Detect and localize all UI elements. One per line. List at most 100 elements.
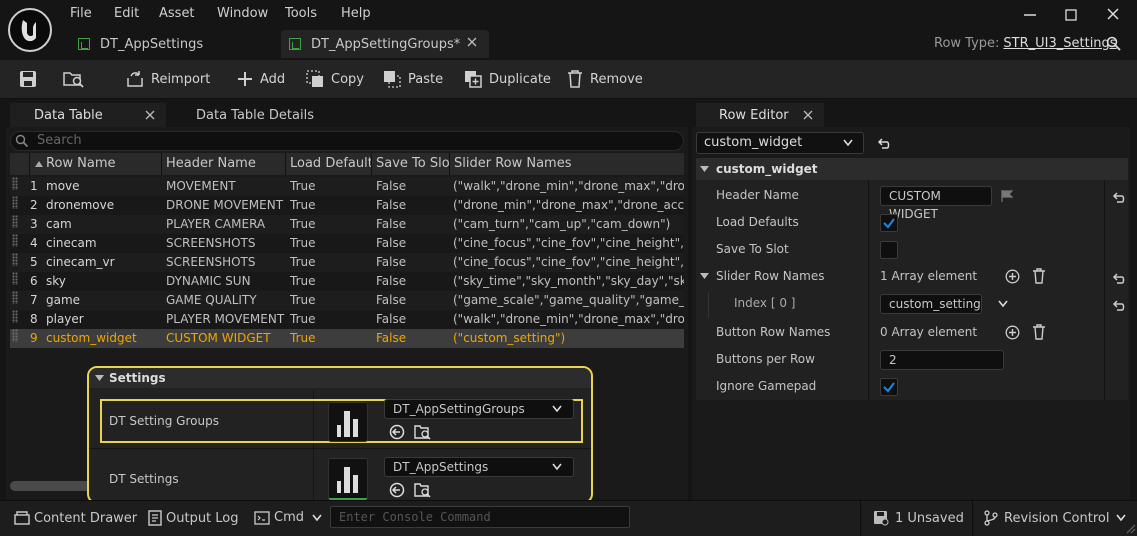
add-element-icon[interactable] bbox=[1005, 269, 1020, 284]
table-row[interactable]: 7 game GAME QUALITY True False ("game_scale",… bbox=[10, 291, 684, 310]
close-tab-icon[interactable] bbox=[144, 109, 156, 121]
cmd-dropdown[interactable]: Cmd bbox=[254, 510, 322, 525]
resize-grip-icon[interactable] bbox=[1126, 524, 1136, 534]
browse-asset-icon[interactable] bbox=[62, 69, 86, 89]
drag-handle-icon[interactable] bbox=[12, 272, 18, 285]
row-selector-dropdown[interactable]: custom_widget bbox=[696, 132, 864, 154]
use-selected-icon[interactable] bbox=[389, 424, 405, 440]
trash-icon[interactable] bbox=[1032, 324, 1046, 340]
datatable-thumbnail-icon bbox=[337, 411, 358, 437]
drag-handle-icon[interactable] bbox=[12, 234, 18, 247]
settings-asset-picker[interactable]: DT_AppSettings bbox=[384, 457, 574, 477]
sort-ascending-icon[interactable] bbox=[35, 160, 43, 168]
unsaved-button[interactable]: 1 Unsaved bbox=[873, 510, 964, 526]
reset-arrow-icon[interactable] bbox=[1111, 271, 1125, 285]
output-log-button[interactable]: Output Log bbox=[148, 510, 239, 526]
chevron-down-icon[interactable] bbox=[998, 300, 1008, 308]
use-selected-icon[interactable] bbox=[389, 482, 405, 498]
reimport-button[interactable]: Reimport bbox=[125, 70, 210, 88]
drag-handle-icon[interactable] bbox=[12, 329, 18, 342]
console-command-input[interactable]: Enter Console Command bbox=[330, 506, 630, 528]
save-icon[interactable] bbox=[18, 69, 38, 89]
duplicate-button[interactable]: Duplicate bbox=[463, 70, 551, 88]
chevron-down-icon[interactable] bbox=[552, 405, 562, 413]
collapse-arrow-icon[interactable] bbox=[700, 272, 710, 280]
maximize-icon[interactable] bbox=[1059, 4, 1083, 26]
drag-handle-icon[interactable] bbox=[12, 291, 18, 304]
row-selector-value: custom_widget bbox=[704, 135, 803, 150]
drag-handle-icon[interactable] bbox=[12, 310, 18, 323]
chevron-down-icon[interactable] bbox=[843, 139, 853, 147]
tab-row-editor[interactable]: Row Editor bbox=[696, 103, 824, 127]
table-row[interactable]: 9 custom_widget CUSTOM WIDGET True False ("cu… bbox=[10, 329, 684, 348]
menu-file[interactable]: File bbox=[70, 6, 92, 21]
groups-thumbnail[interactable] bbox=[328, 402, 368, 442]
column-load-defaults[interactable]: Load Defaults bbox=[290, 153, 372, 175]
column-header-name[interactable]: Header Name bbox=[166, 153, 286, 175]
chevron-down-icon[interactable] bbox=[552, 463, 562, 471]
drag-handle-icon[interactable] bbox=[12, 215, 18, 228]
tab-dt-appsettinggroups[interactable]: DT_AppSettingGroups* bbox=[281, 30, 489, 58]
browse-asset-icon[interactable] bbox=[414, 424, 432, 440]
duplicate-icon bbox=[465, 71, 482, 88]
save-to-slot-checkbox[interactable] bbox=[880, 241, 898, 259]
close-window-icon[interactable] bbox=[1101, 4, 1125, 26]
load-defaults-checkbox[interactable] bbox=[880, 214, 898, 232]
menu-help[interactable]: Help bbox=[341, 6, 371, 21]
index-0-field[interactable]: custom_setting bbox=[880, 294, 982, 314]
table-row[interactable]: 2 dronemove DRONE MOVEMENT True False ("drone… bbox=[10, 196, 684, 215]
menu-edit[interactable]: Edit bbox=[114, 6, 139, 21]
table-row[interactable]: 1 move MOVEMENT True False ("walk","drone_min… bbox=[10, 177, 684, 196]
browse-search-icon[interactable] bbox=[1106, 36, 1122, 52]
reset-arrow-icon[interactable] bbox=[1111, 298, 1125, 312]
copy-button[interactable]: Copy bbox=[305, 70, 364, 88]
table-row[interactable]: 8 player PLAYER MOVEMENT True False ("walk","… bbox=[10, 310, 684, 329]
ignore-gamepad-checkbox[interactable] bbox=[880, 378, 898, 396]
buttons-per-row-field[interactable]: 2 bbox=[880, 350, 1004, 370]
drag-handle-icon[interactable] bbox=[12, 196, 18, 209]
column-slider-row-names[interactable]: Slider Row Names bbox=[454, 153, 684, 175]
row-type-link[interactable]: STR_UI3_Settings bbox=[1003, 36, 1116, 51]
load-defaults-cell: True bbox=[290, 217, 316, 231]
settings-title: Settings bbox=[109, 371, 166, 385]
menu-asset[interactable]: Asset bbox=[159, 6, 195, 21]
close-tab-icon[interactable] bbox=[466, 35, 478, 49]
revision-control-dropdown[interactable]: Revision Control bbox=[984, 510, 1127, 526]
menu-tools[interactable]: Tools bbox=[285, 6, 317, 21]
minimize-icon[interactable] bbox=[1018, 4, 1042, 26]
search-input[interactable]: Search bbox=[10, 131, 684, 151]
reset-arrow-icon[interactable] bbox=[1111, 190, 1125, 204]
table-row[interactable]: 6 sky DYNAMIC SUN True False ("sky_time","sky… bbox=[10, 272, 684, 291]
row-name-cell: dronemove bbox=[46, 198, 115, 212]
collapse-arrow-icon[interactable] bbox=[700, 165, 710, 173]
flag-icon[interactable] bbox=[1000, 189, 1014, 203]
groups-asset-picker[interactable]: DT_AppSettingGroups bbox=[384, 399, 574, 419]
content-drawer-button[interactable]: Content Drawer bbox=[14, 510, 137, 526]
trash-icon[interactable] bbox=[1032, 268, 1046, 284]
drag-handle-icon[interactable] bbox=[12, 253, 18, 266]
column-row-name[interactable]: Row Name bbox=[46, 153, 162, 175]
table-row[interactable]: 3 cam PLAYER CAMERA True False ("cam_turn","c… bbox=[10, 215, 684, 234]
settings-thumbnail[interactable] bbox=[328, 458, 368, 500]
unreal-logo-icon[interactable] bbox=[8, 8, 52, 52]
header-name-cell: GAME QUALITY bbox=[166, 293, 257, 307]
remove-button[interactable]: Remove bbox=[566, 70, 643, 88]
column-save-to-slot[interactable]: Save To Slot bbox=[376, 153, 450, 175]
drag-handle-icon[interactable] bbox=[12, 177, 18, 190]
header-name-field[interactable]: CUSTOM WIDGET bbox=[880, 186, 992, 221]
close-tab-icon[interactable] bbox=[802, 109, 814, 121]
menu-window[interactable]: Window bbox=[217, 6, 268, 21]
reset-arrow-icon[interactable] bbox=[876, 136, 890, 150]
tab-data-table-details[interactable]: Data Table Details bbox=[196, 103, 314, 127]
add-button[interactable]: Add bbox=[236, 70, 285, 88]
output-log-label: Output Log bbox=[166, 510, 239, 526]
paste-button[interactable]: Paste bbox=[382, 70, 443, 88]
browse-asset-icon[interactable] bbox=[414, 482, 432, 498]
collapse-arrow-icon[interactable] bbox=[95, 374, 105, 382]
table-row[interactable]: 5 cinecam_vr SCREENSHOTS True False ("cine_fo… bbox=[10, 253, 684, 272]
tab-dt-appsettings[interactable]: DT_AppSettings bbox=[70, 30, 275, 58]
tab-data-table[interactable]: Data Table bbox=[10, 103, 166, 127]
table-row[interactable]: 4 cinecam SCREENSHOTS True False ("cine_focus… bbox=[10, 234, 684, 253]
slider-row-names-cell: ("walk","drone_min","drone_max","drone_a… bbox=[453, 312, 684, 326]
add-element-icon[interactable] bbox=[1005, 325, 1020, 340]
